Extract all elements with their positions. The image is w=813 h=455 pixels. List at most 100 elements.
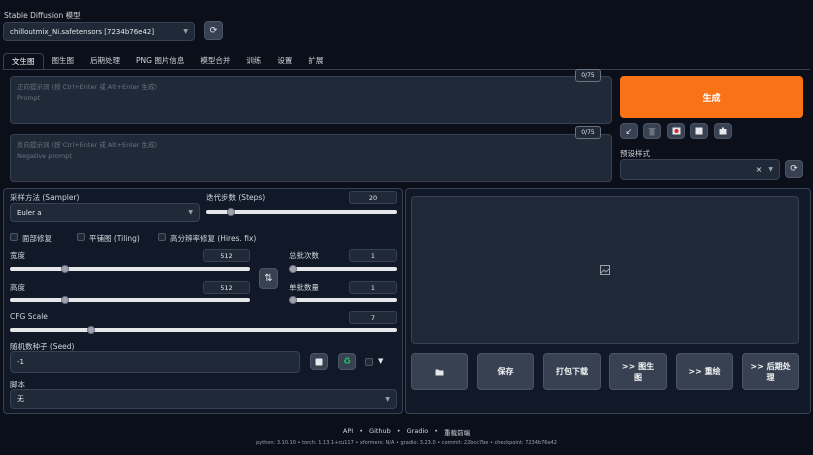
prompt-placeholder-en: Prompt: [17, 94, 41, 102]
swap-dimensions-button[interactable]: ⇅: [259, 268, 278, 289]
send-to-img2img-button[interactable]: >> 图生图: [609, 353, 667, 390]
zip-download-button[interactable]: 打包下载: [543, 353, 601, 390]
height-track: [10, 298, 250, 302]
chevron-down-icon: ▼: [768, 166, 773, 173]
batch-size-label: 单批数量: [289, 283, 319, 292]
footer-versions: python: 3.10.10 • torch: 1.13.1+cu117 • …: [256, 440, 557, 446]
cfg-track: [10, 328, 397, 332]
tiling-checkbox[interactable]: [77, 233, 85, 241]
negative-prompt-input[interactable]: 反向提示词 (按 Ctrl+Enter 或 Alt+Enter 生成) Nega…: [10, 134, 612, 182]
apply-style-button[interactable]: [690, 123, 708, 139]
refresh-styles-button[interactable]: ⟳: [785, 160, 803, 178]
width-slider[interactable]: [10, 265, 250, 273]
steps-number[interactable]: 20: [349, 191, 397, 204]
styles-dropdown[interactable]: × ▼: [620, 159, 780, 180]
face-restore-label: 面部修复: [22, 234, 52, 243]
width-track: [10, 267, 250, 271]
image-gallery[interactable]: [411, 196, 799, 344]
main-tabs: 文生图 图生图 后期处理 PNG 图片信息 模型合并 训练 设置 扩展: [3, 53, 331, 69]
clear-styles-icon[interactable]: ×: [756, 165, 763, 174]
height-number[interactable]: 512: [203, 281, 250, 294]
tab-train[interactable]: 训练: [238, 53, 269, 69]
footer-separator: •: [359, 427, 364, 435]
reuse-seed-button[interactable]: ♻: [338, 353, 356, 370]
tab-divider: [3, 69, 810, 70]
trash-icon: [648, 127, 656, 135]
sampler-label: 采样方法 (Sampler): [10, 193, 80, 202]
refresh-icon: ⟳: [790, 164, 798, 174]
extra-seed-checkbox[interactable]: [365, 358, 373, 366]
prompt-input[interactable]: 正向提示词 (按 Ctrl+Enter 或 Alt+Enter 生成) Prom…: [10, 76, 612, 124]
swap-icon: ⇅: [264, 273, 273, 284]
expand-triangle-icon[interactable]: ▼: [378, 357, 383, 365]
chevron-down-icon: ▼: [188, 209, 193, 216]
extra-networks-button[interactable]: [667, 123, 685, 139]
footer-link-reload-ui[interactable]: 重载前端: [444, 427, 470, 437]
cfg-number[interactable]: 7: [349, 311, 397, 324]
batch-count-label: 总批次数: [289, 251, 319, 260]
model-label: Stable Diffusion 模型: [4, 11, 81, 20]
chevron-down-icon: ▼: [183, 28, 188, 35]
read-params-button[interactable]: ↙: [620, 123, 638, 139]
tab-merge[interactable]: 模型合并: [192, 53, 238, 69]
tab-png-info[interactable]: PNG 图片信息: [128, 53, 192, 69]
refresh-icon: ⟳: [209, 25, 218, 36]
prompt-token-counter: 0/75: [575, 69, 601, 82]
batch-size-number[interactable]: 1: [349, 281, 397, 294]
footer-link-gradio[interactable]: Gradio: [407, 427, 429, 437]
height-slider[interactable]: [10, 296, 250, 304]
tab-img2img[interactable]: 图生图: [44, 53, 83, 69]
steps-thumb[interactable]: [226, 208, 235, 216]
negative-placeholder-cn: 反向提示词 (按 Ctrl+Enter 或 Alt+Enter 生成): [17, 141, 158, 149]
folder-icon: [435, 369, 444, 375]
send-to-inpaint-button[interactable]: >> 重绘: [676, 353, 733, 390]
save-style-button[interactable]: [714, 123, 732, 139]
chevron-down-icon: ▼: [385, 395, 390, 403]
model-dropdown[interactable]: chilloutmix_Ni.safetensors [7234b76e42] …: [3, 22, 195, 41]
batch-size-thumb[interactable]: [289, 296, 297, 304]
batch-size-slider[interactable]: [289, 296, 397, 304]
footer-link-github[interactable]: Github: [369, 427, 391, 437]
steps-slider[interactable]: [206, 208, 397, 216]
sampler-dropdown[interactable]: Euler a ▼: [10, 203, 200, 222]
width-number[interactable]: 512: [203, 249, 250, 262]
batch-count-track: [289, 267, 397, 271]
arrow-down-left-icon: ↙: [625, 126, 633, 136]
trash-button[interactable]: [643, 123, 661, 139]
tiling-label: 平铺图 (Tiling): [89, 234, 140, 243]
seed-value: -1: [17, 358, 24, 366]
batch-size-track: [289, 298, 397, 302]
send-to-extras-button[interactable]: >> 后期处理: [742, 353, 799, 390]
tab-txt2img[interactable]: 文生图: [3, 53, 44, 69]
batch-count-number[interactable]: 1: [349, 249, 397, 262]
open-folder-button[interactable]: [411, 353, 468, 390]
cfg-slider[interactable]: [10, 326, 397, 334]
face-restore-checkbox[interactable]: [10, 233, 18, 241]
script-dropdown[interactable]: 无 ▼: [10, 389, 397, 409]
batch-count-thumb[interactable]: [289, 265, 297, 273]
footer-separator: •: [396, 427, 401, 435]
seed-input[interactable]: -1: [10, 351, 300, 373]
cfg-label: CFG Scale: [10, 312, 48, 321]
image-placeholder-icon: [600, 265, 610, 275]
hires-fix-checkbox[interactable]: [158, 233, 166, 241]
batch-count-slider[interactable]: [289, 265, 397, 273]
card-icon: [672, 127, 680, 135]
negative-placeholder-en: Negative prompt: [17, 152, 72, 160]
tab-extensions[interactable]: 扩展: [300, 53, 331, 69]
model-value: chilloutmix_Ni.safetensors [7234b76e42]: [10, 27, 155, 36]
generate-button[interactable]: 生成: [620, 76, 803, 118]
footer-separator: •: [434, 427, 439, 435]
refresh-model-button[interactable]: ⟳: [204, 21, 223, 40]
tab-settings[interactable]: 设置: [269, 53, 300, 69]
tab-extras[interactable]: 后期处理: [82, 53, 128, 69]
sampler-value: Euler a: [17, 208, 42, 217]
dice-icon: [315, 358, 323, 365]
footer-link-api[interactable]: API: [343, 427, 353, 437]
save-button[interactable]: 保存: [477, 353, 534, 390]
width-label: 宽度: [10, 251, 25, 260]
hires-fix-label: 高分辨率修复 (Hires. fix): [170, 234, 257, 243]
prompt-placeholder-cn: 正向提示词 (按 Ctrl+Enter 或 Alt+Enter 生成): [17, 83, 158, 91]
random-seed-button[interactable]: [310, 353, 328, 370]
clipboard-icon: [695, 127, 703, 135]
